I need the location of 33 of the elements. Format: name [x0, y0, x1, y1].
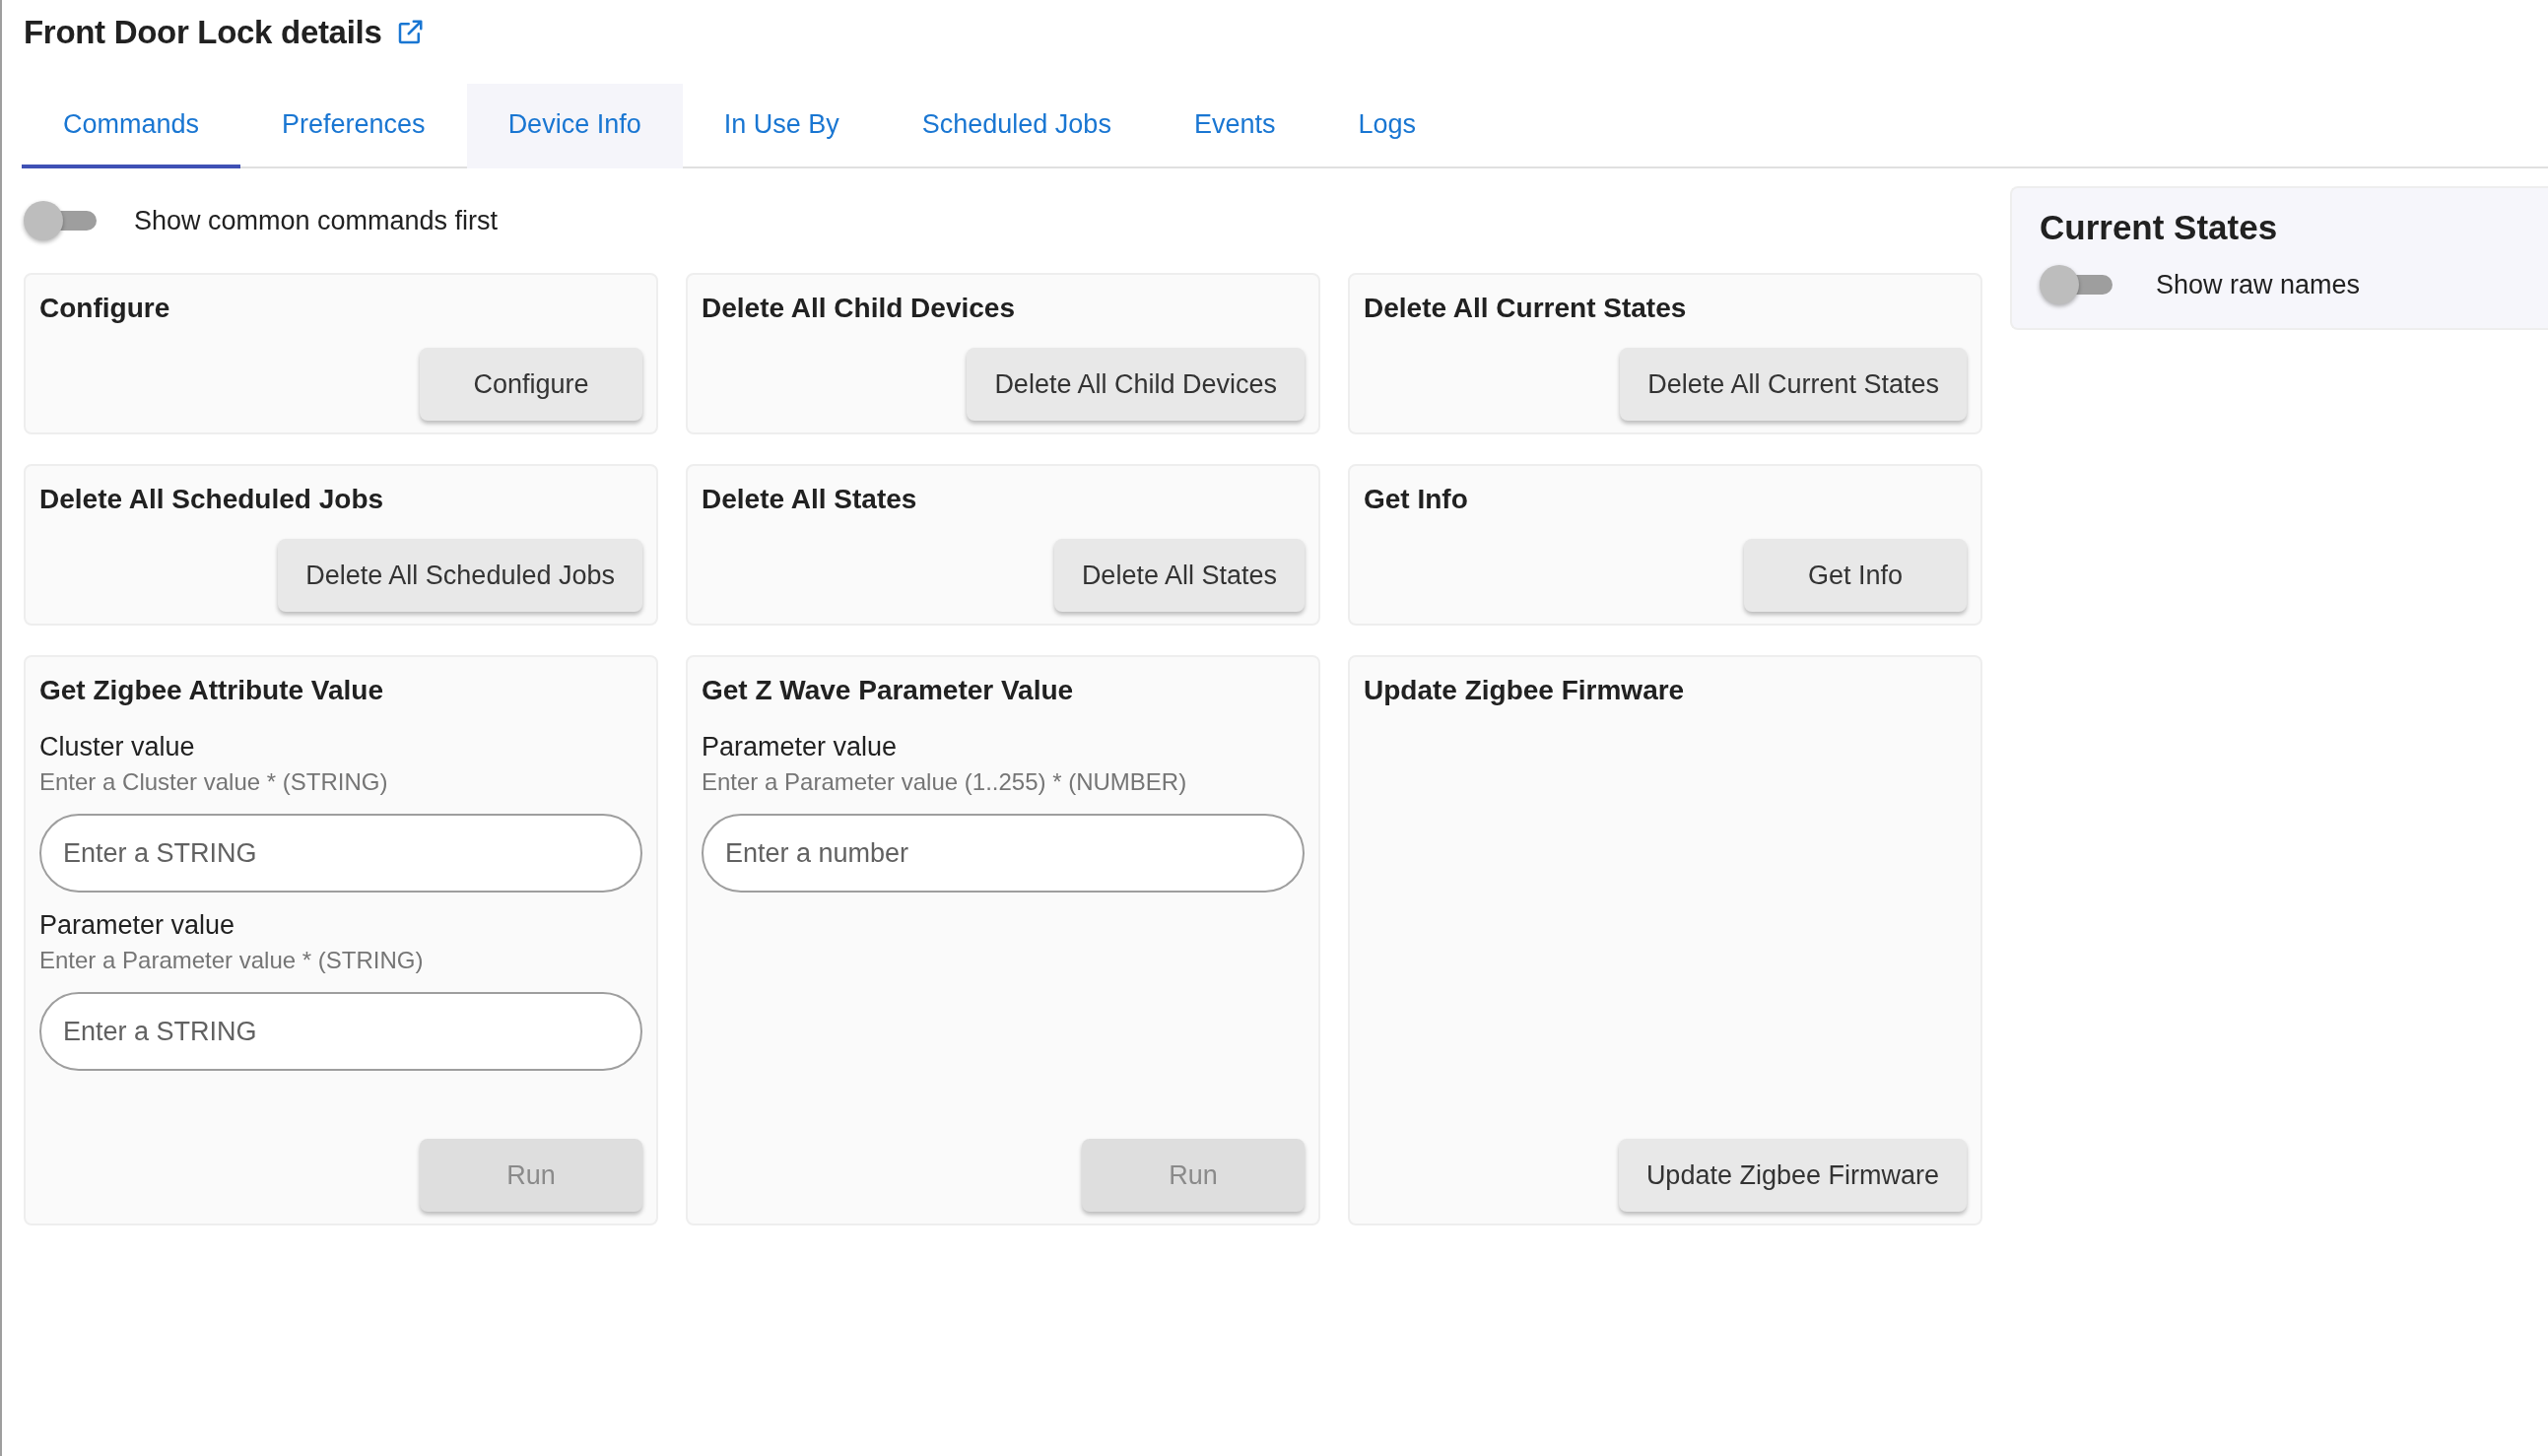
- page-title: Front Door Lock details: [24, 14, 382, 51]
- command-button[interactable]: Get Info: [1744, 539, 1967, 612]
- command-button[interactable]: Delete All Current States: [1620, 348, 1967, 421]
- field-label: Cluster value: [39, 732, 196, 762]
- command-button[interactable]: Delete All States: [1053, 539, 1305, 612]
- command-title: Delete All States: [702, 484, 918, 515]
- command-title: Update Zigbee Firmware: [1364, 675, 1686, 706]
- toggle-label: Show raw names: [2156, 269, 2361, 300]
- tab[interactable]: Commands: [22, 84, 241, 168]
- field-label: Parameter value: [702, 732, 899, 762]
- command-title: Get Z Wave Parameter Value: [702, 675, 1075, 706]
- toggle-label: Show common commands first: [134, 205, 499, 236]
- command-title: Delete All Scheduled Jobs: [39, 484, 385, 515]
- panel-title: Current States: [2040, 208, 2279, 247]
- command-button[interactable]: Configure: [420, 348, 642, 421]
- tab[interactable]: In Use By: [682, 84, 881, 168]
- command-button[interactable]: Update Zigbee Firmware: [1618, 1139, 1967, 1212]
- tab[interactable]: Events: [1152, 84, 1317, 168]
- command-button[interactable]: Delete All Child Devices: [967, 348, 1305, 421]
- command-title: Get Info: [1364, 484, 1469, 515]
- field-hint: Enter a Parameter value * (STRING): [39, 947, 425, 974]
- command-title: Delete All Child Devices: [702, 293, 1016, 324]
- tab[interactable]: Scheduled Jobs: [880, 84, 1153, 168]
- field-label: Parameter value: [39, 910, 236, 941]
- field-hint: Enter a Cluster value * (STRING): [39, 768, 389, 796]
- command-title: Configure: [39, 293, 171, 324]
- tab[interactable]: Logs: [1316, 84, 1457, 168]
- command-title: Get Zigbee Attribute Value: [39, 675, 384, 706]
- tab[interactable]: Preferences: [240, 84, 467, 168]
- tab[interactable]: Device Info: [466, 84, 683, 168]
- field-hint: Enter a Parameter value (1..255) * (NUMBER): [702, 768, 1188, 796]
- command-title: Delete All Current States: [1364, 293, 1688, 324]
- command-button[interactable]: Delete All Scheduled Jobs: [278, 539, 642, 612]
